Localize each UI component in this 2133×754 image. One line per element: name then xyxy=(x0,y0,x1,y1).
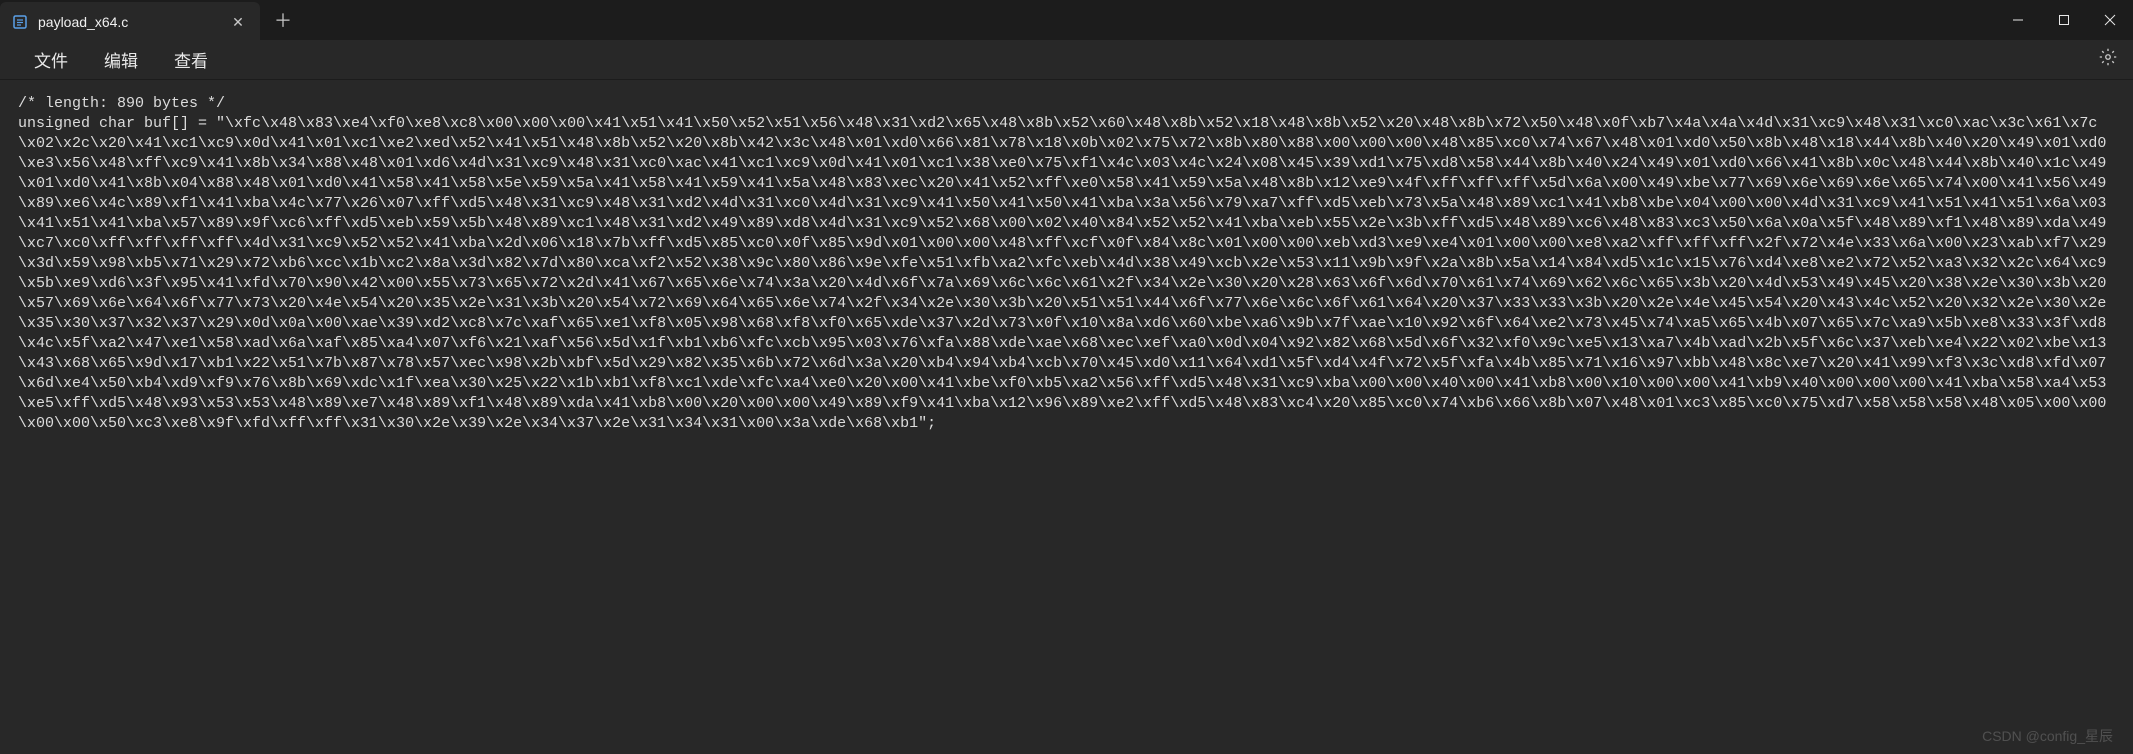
add-tab-button[interactable]: ＋ xyxy=(260,0,306,40)
menu-edit[interactable]: 编辑 xyxy=(86,41,156,78)
settings-button[interactable] xyxy=(2099,48,2117,71)
tab-title: payload_x64.c xyxy=(38,14,128,30)
window-controls xyxy=(1995,0,2133,40)
tab-close-button[interactable]: ✕ xyxy=(228,12,248,32)
maximize-button[interactable] xyxy=(2041,0,2087,40)
close-button[interactable] xyxy=(2087,0,2133,40)
file-icon xyxy=(12,14,28,30)
minimize-button[interactable] xyxy=(1995,0,2041,40)
tabs-container: payload_x64.c ✕ ＋ xyxy=(0,0,306,40)
editor-content[interactable]: /* length: 890 bytes */ unsigned char bu… xyxy=(0,80,2133,448)
titlebar: payload_x64.c ✕ ＋ xyxy=(0,0,2133,40)
menu-view[interactable]: 查看 xyxy=(156,41,226,78)
menu-file[interactable]: 文件 xyxy=(16,41,86,78)
menubar: 文件 编辑 查看 xyxy=(0,40,2133,80)
watermark: CSDN @config_星辰 xyxy=(1982,726,2113,746)
tab-active[interactable]: payload_x64.c ✕ xyxy=(0,2,260,42)
